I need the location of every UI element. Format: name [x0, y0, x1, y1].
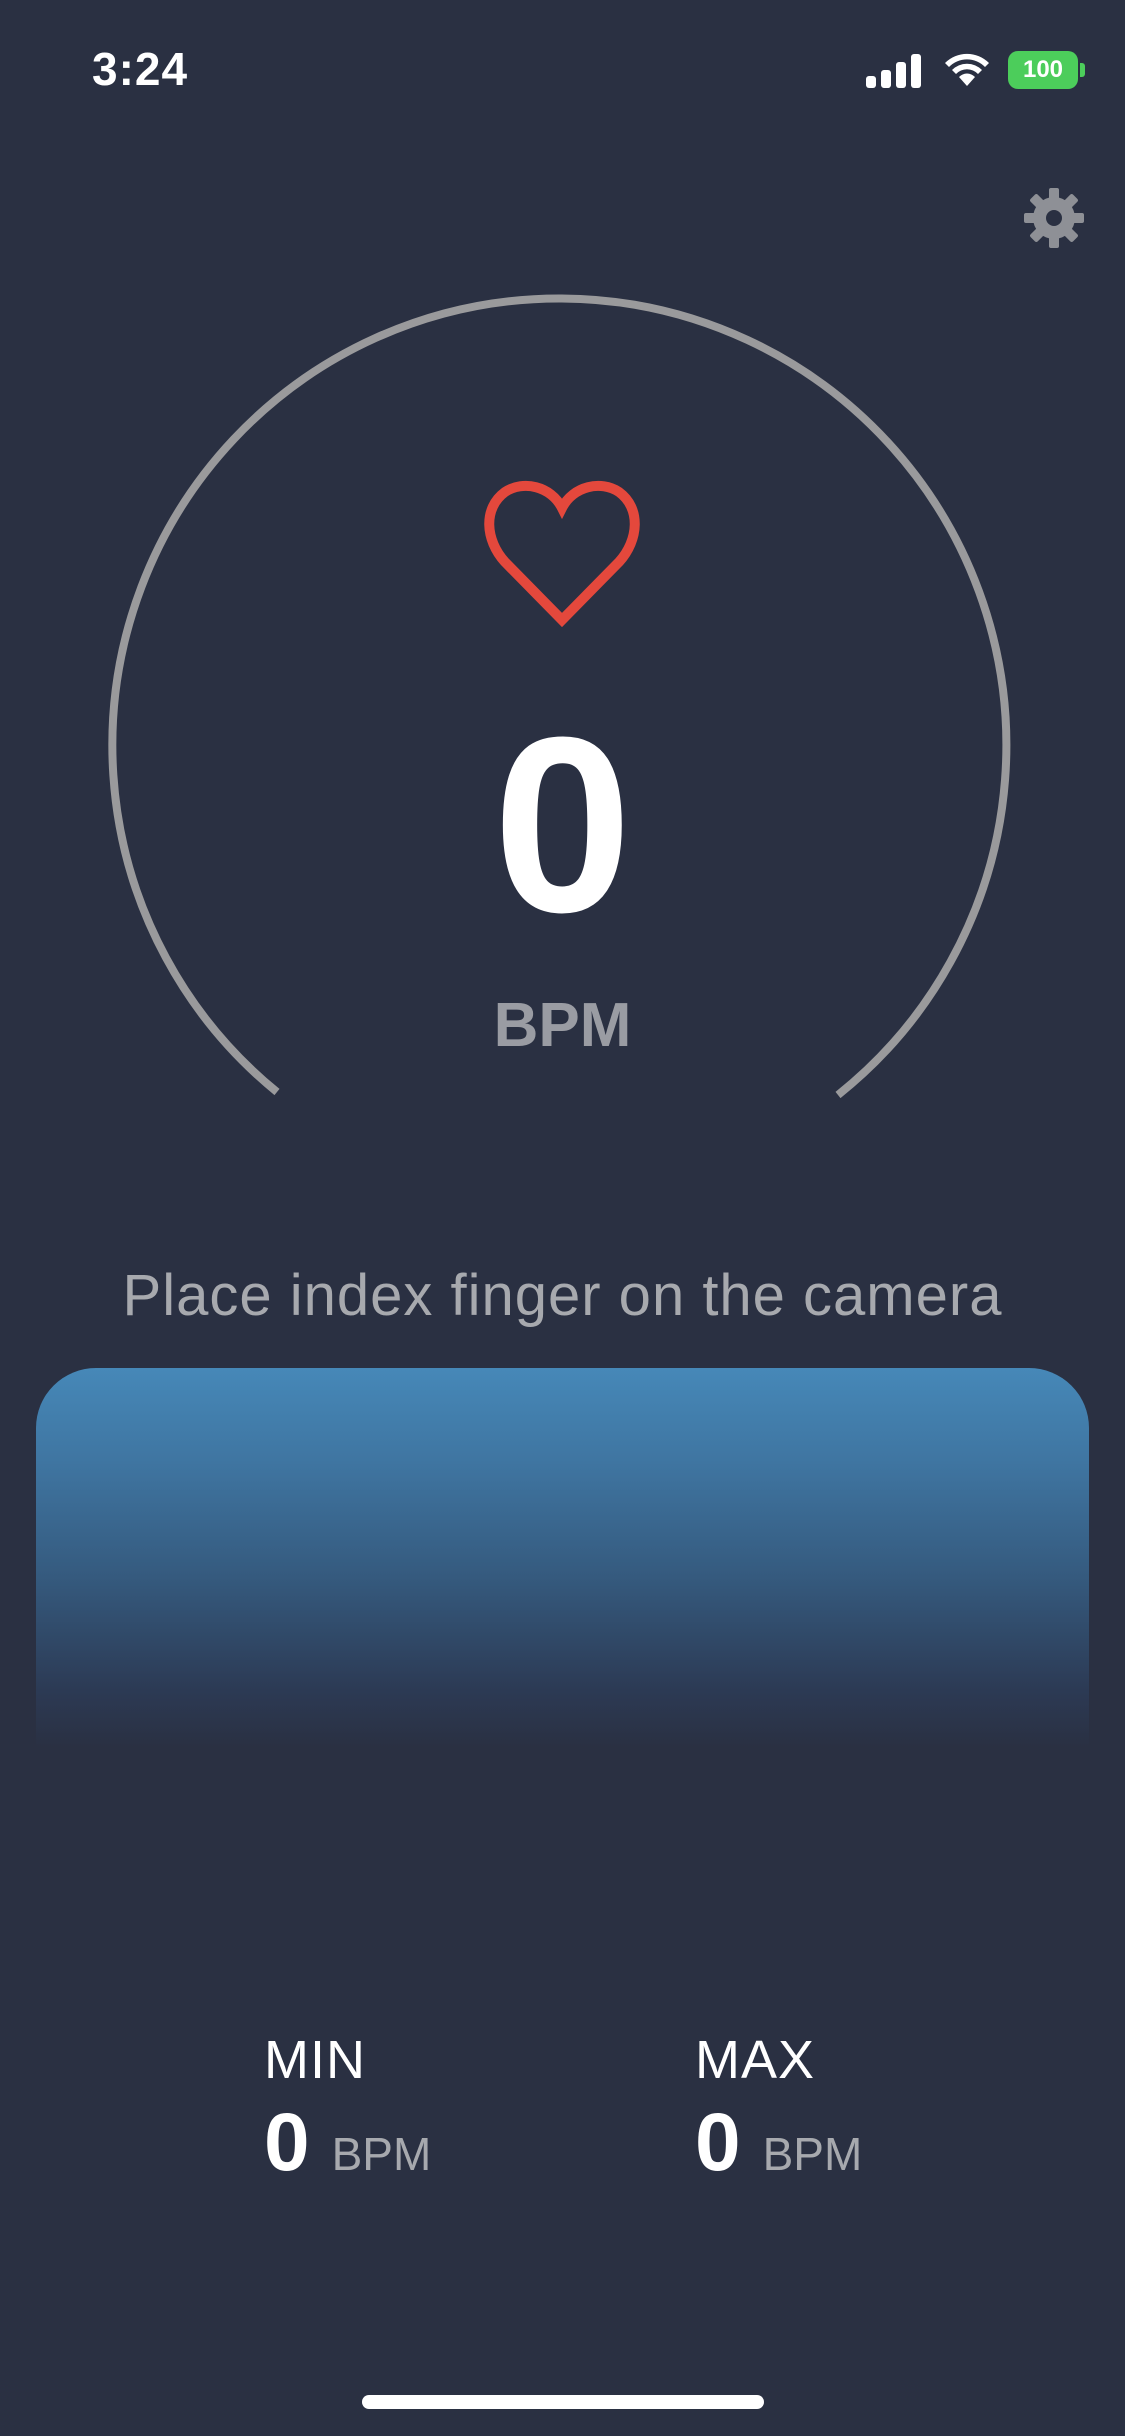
max-stat: MAX 0 BPM [695, 2030, 862, 2188]
min-value: 0 [264, 2097, 310, 2188]
heart-icon [484, 480, 640, 628]
heart-rate-screen: 3:24 100 0 BPM Place index finger on the… [0, 0, 1125, 2436]
waveform-panel [36, 1368, 1089, 1748]
bpm-unit: BPM [493, 991, 632, 1060]
min-unit: BPM [331, 2128, 432, 2180]
min-row: 0 BPM [264, 2098, 431, 2188]
max-label: MAX [695, 2030, 816, 2090]
min-label: MIN [264, 2030, 366, 2090]
bpm-value: 0 [492, 685, 633, 964]
instruction-text: Place index finger on the camera [122, 1263, 1003, 1328]
max-value: 0 [695, 2097, 741, 2188]
max-row: 0 BPM [695, 2098, 862, 2188]
max-unit: BPM [762, 2128, 863, 2180]
min-stat: MIN 0 BPM [264, 2030, 431, 2188]
home-indicator[interactable] [362, 2395, 764, 2409]
